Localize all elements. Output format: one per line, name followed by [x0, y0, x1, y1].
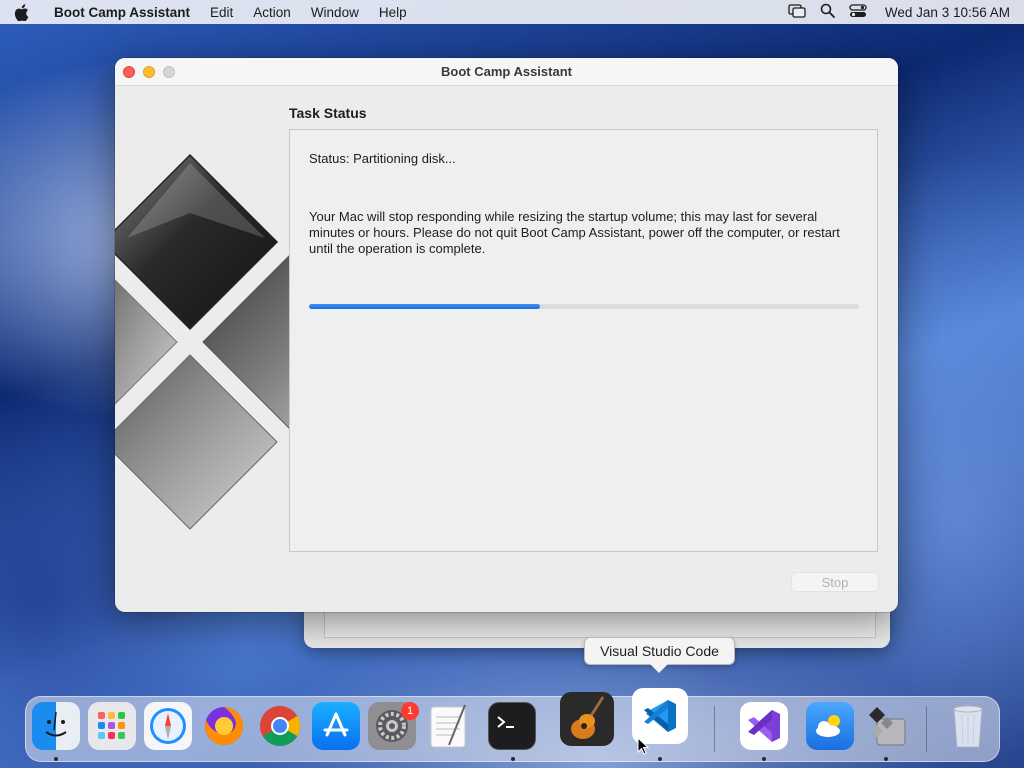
menu-bar: Boot Camp Assistant Edit Action Window H… [0, 0, 1024, 24]
vscode-running-dot [658, 757, 662, 761]
menu-app-name[interactable]: Boot Camp Assistant [54, 5, 190, 20]
finder-running-dot [54, 757, 58, 761]
textedit-icon[interactable] [424, 702, 472, 750]
terminal-icon[interactable] [488, 702, 536, 750]
dock-separator-trash [926, 706, 927, 752]
weather-icon[interactable] [806, 702, 854, 750]
spotlight-search-icon[interactable] [820, 3, 835, 21]
screen-mirroring-icon[interactable] [788, 3, 806, 21]
window-titlebar[interactable]: Boot Camp Assistant [115, 58, 898, 86]
window-title: Boot Camp Assistant [441, 64, 572, 79]
task-status-heading: Task Status [289, 105, 367, 121]
dock-tooltip: Visual Studio Code [584, 637, 735, 665]
menu-clock[interactable]: Wed Jan 3 10:56 AM [885, 5, 1010, 20]
stop-button[interactable]: Stop [791, 572, 879, 592]
dock-separator [714, 706, 715, 752]
boot-camp-window: Boot Camp Assistant Task Status Status: … [115, 58, 898, 612]
mouse-pointer-icon [637, 736, 650, 758]
menu-help[interactable]: Help [379, 5, 407, 20]
control-center-icon[interactable] [849, 3, 867, 21]
firefox-icon[interactable] [200, 702, 248, 750]
vscode-icon[interactable] [632, 688, 688, 744]
boot-camp-running-dot [884, 757, 888, 761]
menu-action[interactable]: Action [253, 5, 291, 20]
zoom-window-button [163, 66, 175, 78]
visual-studio-running-dot [762, 757, 766, 761]
menu-edit[interactable]: Edit [210, 5, 233, 20]
safari-icon[interactable] [144, 702, 192, 750]
progress-bar-fill [309, 304, 540, 309]
task-status-panel: Status: Partitioning disk... Your Mac wi… [289, 129, 878, 552]
progress-bar [309, 304, 859, 309]
chrome-icon[interactable] [256, 702, 304, 750]
warning-message: Your Mac will stop responding while resi… [309, 209, 840, 256]
minimize-window-button[interactable] [143, 66, 155, 78]
visual-studio-icon[interactable] [740, 702, 788, 750]
boot-camp-assistant-icon[interactable] [862, 702, 910, 750]
app-store-icon[interactable] [312, 702, 360, 750]
apple-menu-icon[interactable] [14, 3, 40, 21]
finder-icon[interactable] [32, 702, 80, 750]
status-text: Status: Partitioning disk... [309, 151, 456, 166]
close-window-button[interactable] [123, 66, 135, 78]
launchpad-icon[interactable] [88, 702, 136, 750]
terminal-running-dot [511, 757, 515, 761]
tooltip-arrow [650, 664, 668, 673]
garageband-icon[interactable] [560, 692, 614, 746]
trash-icon[interactable] [944, 702, 992, 750]
menu-window[interactable]: Window [311, 5, 359, 20]
settings-notification-badge: 1 [401, 702, 419, 720]
